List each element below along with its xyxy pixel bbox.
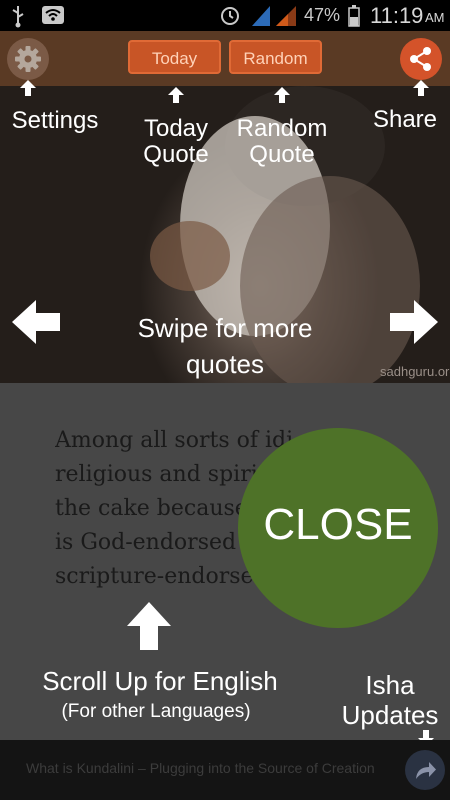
arrow-up-icon [274,87,290,103]
today-quote-label: Today Quote [143,115,209,168]
battery-percent: 47% [304,5,341,25]
isha-updates-label: Isha Updates [341,670,439,730]
arrow-up-icon [20,80,36,96]
arrow-up-icon [413,80,429,96]
app-bar [0,31,450,87]
status-bar: 47% 11:19 AM [0,0,450,31]
share-button[interactable] [400,38,442,80]
settings-label: Settings [11,107,99,134]
arrow-right-icon [390,300,438,344]
forward-icon [416,762,436,779]
usb-icon [10,0,26,31]
arrow-up-icon [127,602,171,650]
alarm-icon [220,0,240,31]
signal-icon [250,0,298,31]
battery-icon [348,0,360,31]
arrow-up-icon [168,87,184,103]
arrow-left-icon [12,300,60,344]
hero-watermark: sadhguru.org [380,364,450,379]
swipe-hint: Swipe for more quotes [137,313,313,379]
isha-updates-button[interactable] [405,750,445,790]
news-ticker[interactable]: What is Kundalini – Plugging into the So… [26,760,375,776]
other-languages-hint: (For other Languages) [61,701,251,722]
settings-button[interactable] [7,38,49,80]
share-icon [410,47,431,71]
gear-icon [15,46,41,72]
random-button[interactable]: Random [229,40,322,74]
random-quote-label: Random Quote [236,115,328,168]
today-button[interactable]: Today [128,40,221,74]
wifi-icon [42,0,64,31]
clock-time: 11:19 [370,3,424,28]
clock-ampm: AM [425,10,445,25]
scroll-up-hint: Scroll Up for English [42,666,278,696]
share-label: Share [372,106,438,133]
close-label: CLOSE [263,500,413,549]
